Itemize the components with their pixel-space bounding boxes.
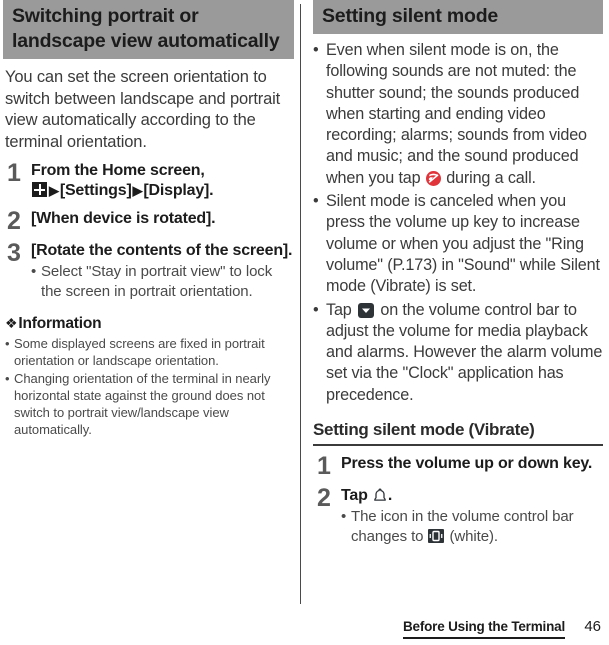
page-footer: Before Using the Terminal 46 xyxy=(0,612,609,645)
vibrate-step-2: 2 Tap . • The icon in the volume control … xyxy=(313,486,603,546)
step-body: Tap . • The icon in the volume control ba… xyxy=(341,486,603,546)
vibrate-icon xyxy=(428,528,445,543)
manual-page: Switching portrait or landscape view aut… xyxy=(0,0,609,645)
step-sub-text-after: (white). xyxy=(445,527,498,545)
bell-icon xyxy=(373,488,387,503)
step-sub-bullet: • The icon in the volume control bar chan… xyxy=(341,507,603,546)
step-title-display: [Display]. xyxy=(143,182,214,199)
step-number: 1 xyxy=(317,452,331,481)
step-number: 2 xyxy=(7,207,21,235)
step-body: [Rotate the contents of the screen]. • Se… xyxy=(31,241,294,301)
step-number: 2 xyxy=(317,484,331,513)
chevron-down-icon xyxy=(358,302,374,318)
left-column: Switching portrait or landscape view aut… xyxy=(0,0,300,612)
bullet-dot-icon: • xyxy=(5,371,10,386)
silent-mode-bullet-1: • Even when silent mode is on, the follow… xyxy=(313,40,603,189)
step-sub-text: Select "Stay in portrait view" to lock t… xyxy=(41,263,273,300)
section-header-switching-orientation: Switching portrait or landscape view aut… xyxy=(3,0,294,59)
bullet-text-before: Tap xyxy=(326,300,356,319)
step-body: From the Home screen, ▶[Settings]▶[Displ… xyxy=(31,161,294,201)
information-item: • Changing orientation of the terminal in… xyxy=(5,370,292,438)
bullet-text-after: during a call. xyxy=(441,168,536,187)
call-mute-icon xyxy=(425,170,441,186)
bullet-dot-icon: • xyxy=(313,41,319,59)
step-title-settings: [Settings] xyxy=(59,182,132,199)
app-grid-icon xyxy=(32,182,47,197)
step-number: 1 xyxy=(7,159,21,187)
step-title: Press the volume up or down key. xyxy=(341,455,593,473)
bullet-dot-icon: • xyxy=(341,508,347,526)
information-item-text: Some displayed screens are fixed in port… xyxy=(14,336,265,368)
step-title: From the Home screen, ▶[Settings]▶[Displ… xyxy=(31,161,294,201)
two-column-layout: Switching portrait or landscape view aut… xyxy=(0,0,609,612)
step-body: Press the volume up or down key. xyxy=(341,454,603,474)
silent-mode-bullet-2: • Silent mode is canceled when you press … xyxy=(313,191,603,297)
bullet-text-before: Even when silent mode is on, the followi… xyxy=(326,41,587,187)
information-heading-label: Information xyxy=(18,315,102,332)
subsection-header-silent-mode-vibrate: Setting silent mode (Vibrate) xyxy=(313,420,603,447)
diamond-icon: ❖ xyxy=(5,315,18,331)
bullet-dot-icon: • xyxy=(5,336,10,351)
bullet-dot-icon: • xyxy=(31,263,37,280)
step-title-text: From the Home screen, xyxy=(31,162,205,179)
bullet-dot-icon: • xyxy=(313,300,319,319)
step-title-before: Tap xyxy=(341,487,372,505)
section-header-silent-mode: Setting silent mode xyxy=(313,0,603,34)
intro-paragraph: You can set the screen orientation to sw… xyxy=(5,68,281,151)
step-number: 3 xyxy=(7,239,21,267)
step-3: 3 [Rotate the contents of the screen]. •… xyxy=(3,241,294,301)
bullet-dot-icon: • xyxy=(313,192,319,211)
step-title: [When device is rotated]. xyxy=(31,210,216,227)
footer-inner: Before Using the Terminal 46 xyxy=(402,618,601,639)
footer-chapter-title: Before Using the Terminal xyxy=(402,619,565,639)
arrow-right-icon: ▶ xyxy=(49,183,59,198)
silent-mode-bullet-3: • Tap on the volume control bar to adjust… xyxy=(313,300,603,406)
step-title: [Rotate the contents of the screen]. xyxy=(31,242,293,259)
step-title-after: . xyxy=(387,487,393,505)
information-item-text: Changing orientation of the terminal in … xyxy=(14,371,271,437)
step-body: [When device is rotated]. xyxy=(31,209,294,229)
arrow-right-icon-2: ▶ xyxy=(132,183,143,198)
information-heading: ❖Information xyxy=(5,315,294,333)
step-1: 1 From the Home screen, ▶[Settings]▶[Dis… xyxy=(3,161,294,201)
step-sub-bullet: • Select "Stay in portrait view" to lock … xyxy=(31,262,294,301)
step-2: 2 [When device is rotated]. xyxy=(3,207,294,235)
vibrate-step-1: 1 Press the volume up or down key. xyxy=(313,452,603,481)
information-item: • Some displayed screens are fixed in por… xyxy=(5,335,292,369)
bullet-text: Silent mode is canceled when you press t… xyxy=(326,192,600,296)
right-column: Setting silent mode • Even when silent mo… xyxy=(301,0,609,612)
step-title: Tap . xyxy=(341,486,603,506)
page-number: 46 xyxy=(584,618,601,635)
